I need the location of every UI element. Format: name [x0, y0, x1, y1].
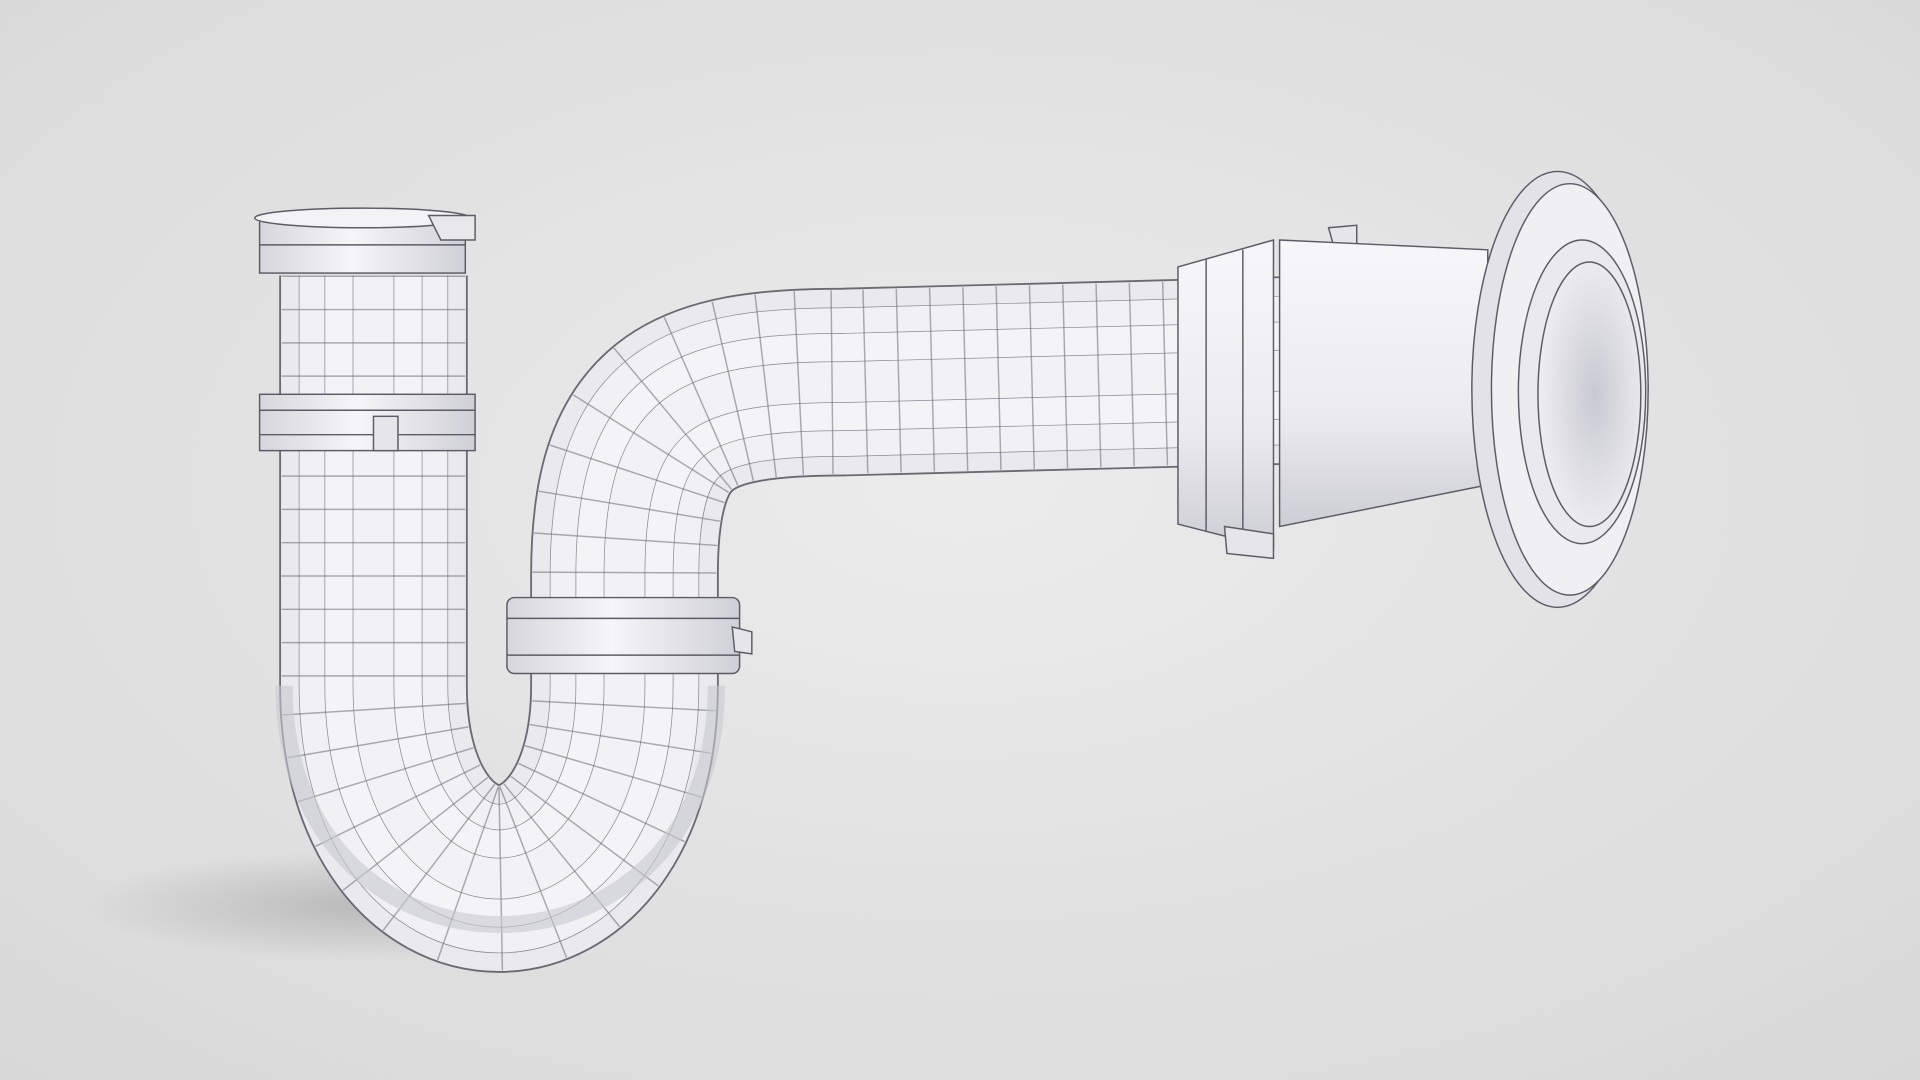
p-trap-render [0, 0, 1920, 1080]
wall-flange [1471, 170, 1649, 609]
trap-slip-nut [506, 596, 753, 675]
middle-slip-nut [258, 393, 476, 452]
top-slip-nut [253, 207, 476, 274]
